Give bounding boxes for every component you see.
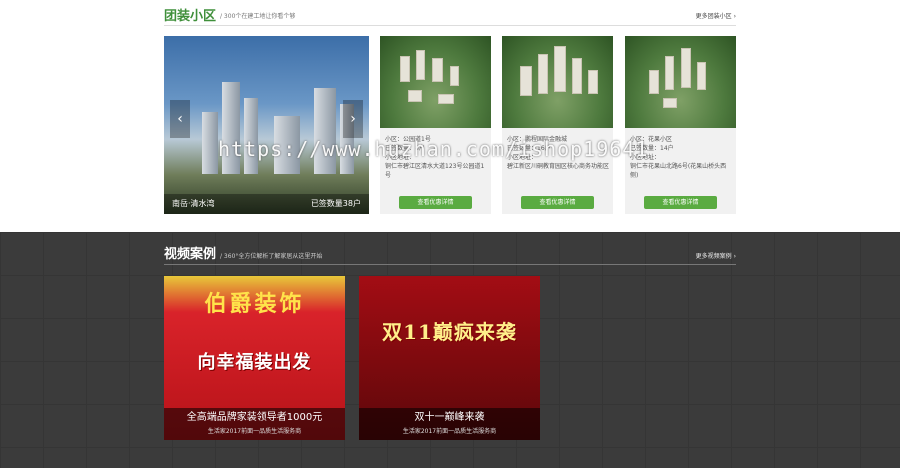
view-offer-button[interactable]: 查看优惠详情 [644, 196, 717, 209]
estate-address: 铜仁市碧江区清水大道123号公园道1号 [385, 163, 485, 179]
estate-photo [380, 36, 491, 128]
video-card[interactable]: 双11巅疯来袭 双十一巅峰来袭 生活家2017前面一品质生活服务商 [359, 276, 540, 440]
estate-photo [502, 36, 613, 128]
video-subcaption: 生活家2017前面一品质生活服务商 [207, 428, 302, 435]
video-subcaption: 生活家2017前面一品质生活服务商 [402, 428, 497, 435]
estate-address: 碧江新区川硐教育园区核心商务功能区 [507, 163, 610, 170]
estate-card: 小区：鹏程国际金融城 已签数量：16户 小区地址： 碧江新区川硐教育园区核心商务… [502, 36, 613, 214]
slider-next-icon[interactable]: › [343, 100, 363, 138]
featured-estate-count: 已签数量38户 [310, 199, 361, 208]
more-videos-link[interactable]: 更多视频案例 [696, 253, 736, 261]
view-offer-button[interactable]: 查看优惠详情 [521, 196, 594, 209]
featured-estate-slider[interactable]: ‹ › 南岳·清水湾 已签数量38户 [164, 36, 369, 214]
page: 团装小区 / 300个在建工地让你看个够 更多团装小区 ‹ › 南岳·清水湾 已… [0, 0, 900, 468]
video-card[interactable]: 伯爵装饰 向幸福装出发 全高端品牌家装领导者1000元 生活家2017前面一品质… [164, 276, 345, 440]
estates-subtitle: / 300个在建工地让你看个够 [220, 13, 296, 20]
videos-section: 视频案例 / 360°全方位解析了解家居从这里开始 更多视频案例 伯爵装饰 向幸… [0, 232, 900, 468]
video-caption-bar: 双十一巅峰来袭 生活家2017前面一品质生活服务商 [359, 408, 540, 440]
estate-photo [164, 36, 369, 214]
estates-title: 团装小区 [164, 9, 217, 24]
videos-header: 视频案例 / 360°全方位解析了解家居从这里开始 更多视频案例 [164, 246, 736, 265]
video-slogan: 向幸福装出发 [197, 352, 312, 373]
video-caption: 全高端品牌家装领导者1000元 [186, 412, 323, 423]
estates-section: 团装小区 / 300个在建工地让你看个够 更多团装小区 ‹ › 南岳·清水湾 已… [0, 0, 900, 232]
videos-title: 视频案例 [164, 247, 217, 262]
video-brand-headline: 伯爵装饰 [204, 291, 305, 317]
estate-card: 小区：花果小区 已签数量：14户 小区地址： 铜仁市花果山北路6号(花果山桥头西… [625, 36, 736, 214]
video-caption-bar: 全高端品牌家装领导者1000元 生活家2017前面一品质生活服务商 [164, 408, 345, 440]
more-estates-link[interactable]: 更多团装小区 [696, 13, 736, 21]
estate-card: 小区：公园道1号 已签数量：8户 小区地址： 铜仁市碧江区清水大道123号公园道… [380, 36, 491, 214]
estate-address: 铜仁市花果山北路6号(花果山桥头西侧) [630, 163, 727, 179]
video-slogan: 双11巅疯来袭 [382, 320, 517, 344]
featured-caption: 南岳·清水湾 已签数量38户 [164, 194, 369, 214]
slider-prev-icon[interactable]: ‹ [170, 100, 190, 138]
estate-photo [625, 36, 736, 128]
videos-subtitle: / 360°全方位解析了解家居从这里开始 [220, 253, 323, 260]
video-caption: 双十一巅峰来袭 [414, 412, 485, 423]
watermark-text: https://www.huzhan.com/ishop19641 [218, 137, 649, 161]
estates-header: 团装小区 / 300个在建工地让你看个够 更多团装小区 [164, 8, 736, 26]
view-offer-button[interactable]: 查看优惠详情 [399, 196, 472, 209]
featured-estate-name: 南岳·清水湾 [172, 199, 215, 208]
